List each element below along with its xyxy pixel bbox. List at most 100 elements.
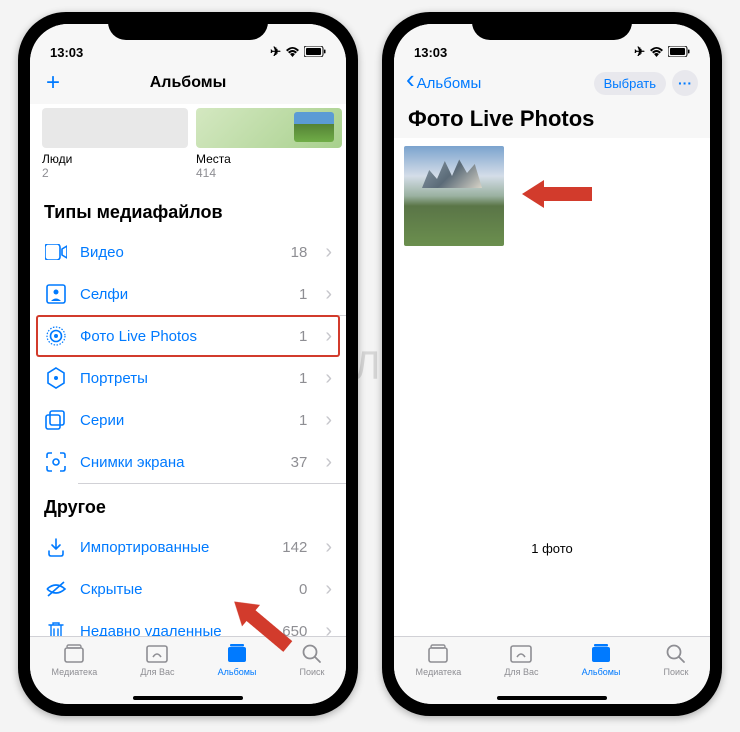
row-selfies[interactable]: Селфи 1 [30,273,346,315]
photo-count: 1 фото [394,531,710,566]
status-icons: ✈ [634,44,690,60]
row-bursts[interactable]: Серии 1 [30,399,346,441]
status-icons: ✈ [270,44,326,60]
places-thumb [196,108,342,148]
chevron-right-icon [325,578,332,601]
row-label: Селфи [80,286,287,303]
row-screenshots[interactable]: Снимки экрана 37 [30,441,346,483]
tab-bar: Медиатека Для Вас Альбомы Поиск [394,636,710,704]
media-types-header: Типы медиафайлов [30,188,346,231]
airplane-icon: ✈ [634,44,645,60]
add-album-button[interactable]: + [42,69,64,97]
row-count: 1 [299,370,307,387]
places-count: 414 [196,166,342,180]
tab-search[interactable]: Поиск [664,643,689,704]
row-count: 0 [299,581,307,598]
tab-albums[interactable]: Альбомы [218,643,257,704]
row-count: 1 [299,328,307,345]
screenshots-icon [44,450,68,474]
albums-icon [225,643,249,665]
wifi-icon [285,45,300,60]
status-time: 13:03 [50,45,83,60]
tab-albums[interactable]: Альбомы [582,643,621,704]
tab-label: Поиск [664,667,689,677]
bursts-icon [44,408,68,432]
row-label: Импортированные [80,539,270,556]
chevron-right-icon [325,451,332,474]
people-count: 2 [42,166,188,180]
tab-label: Поиск [300,667,325,677]
phone-right: 13:03 ✈ Альбомы Выбрать ··· Фото Live Ph… [382,12,722,716]
tab-library[interactable]: Медиатека [52,643,98,704]
people-label: Люди [42,152,188,166]
nav-bar: Альбомы Выбрать ··· [394,62,710,104]
chevron-right-icon [325,241,332,264]
notch [108,12,268,40]
live-photos-icon [44,324,68,348]
tab-bar: Медиатека Для Вас Альбомы Поиск [30,636,346,704]
wifi-icon [649,45,664,60]
row-videos[interactable]: Видео 18 [30,231,346,273]
row-imported[interactable]: Импортированные 142 [30,526,346,568]
tab-label: Для Вас [504,667,538,677]
people-album[interactable]: Люди 2 [42,108,188,180]
tab-label: Медиатека [416,667,462,677]
battery-icon [668,45,690,60]
trash-icon [44,619,68,636]
video-icon [44,240,68,264]
back-button[interactable]: Альбомы [406,75,481,92]
airplane-icon: ✈ [270,44,281,60]
home-indicator[interactable] [133,696,243,700]
tab-label: Медиатека [52,667,98,677]
search-icon [664,643,688,665]
content-scroll[interactable]: Люди 2 Места 414 Типы медиафайлов Видео … [30,104,346,636]
phone-left: 13:03 ✈ + Альбомы Люди 2 [18,12,358,716]
album-title: Фото Live Photos [394,104,710,138]
tab-label: Альбомы [582,667,621,677]
tab-foryou[interactable]: Для Вас [140,643,174,704]
tab-library[interactable]: Медиатека [416,643,462,704]
library-icon [62,643,86,665]
photo-thumb[interactable] [404,146,504,246]
people-thumb [42,108,188,148]
places-album[interactable]: Места 414 [196,108,342,180]
tab-search[interactable]: Поиск [300,643,325,704]
row-hidden[interactable]: Скрытые 0 [30,568,346,610]
row-label: Серии [80,412,287,429]
chevron-right-icon [325,536,332,559]
chevron-right-icon [325,325,332,348]
more-button[interactable]: ··· [672,70,698,96]
select-button[interactable]: Выбрать [594,72,666,95]
chevron-left-icon [406,75,415,92]
hidden-icon [44,577,68,601]
battery-icon [304,45,326,60]
row-count: 37 [291,454,308,471]
tab-foryou[interactable]: Для Вас [504,643,538,704]
arrow-annotation [522,174,592,214]
chevron-right-icon [325,283,332,306]
row-label: Снимки экрана [80,454,279,471]
library-icon [426,643,450,665]
foryou-icon [509,643,533,665]
chevron-right-icon [325,620,332,637]
home-indicator[interactable] [497,696,607,700]
foryou-icon [145,643,169,665]
albums-icon [589,643,613,665]
tab-label: Для Вас [140,667,174,677]
chevron-right-icon [325,367,332,390]
row-count: 1 [299,412,307,429]
row-label: Фото Live Photos [80,328,287,345]
search-icon [300,643,324,665]
nav-title: Альбомы [150,74,227,92]
selfie-icon [44,282,68,306]
places-label: Места [196,152,342,166]
row-portraits[interactable]: Портреты 1 [30,357,346,399]
portraits-icon [44,366,68,390]
chevron-right-icon [325,409,332,432]
notch [472,12,632,40]
row-live-photos[interactable]: Фото Live Photos 1 [36,315,340,357]
row-count: 18 [291,244,308,261]
download-icon [44,535,68,559]
row-count: 1 [299,286,307,303]
status-time: 13:03 [414,45,447,60]
